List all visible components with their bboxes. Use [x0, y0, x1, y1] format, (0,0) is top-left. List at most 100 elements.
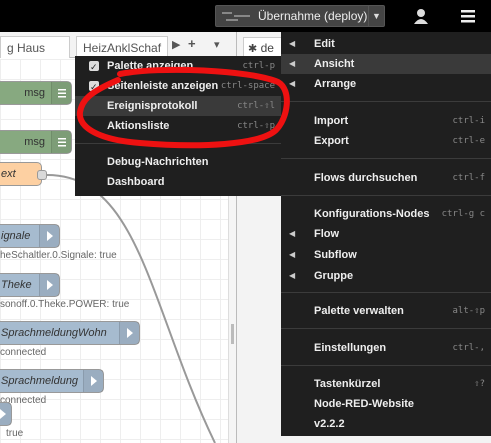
arrow-right-icon	[0, 403, 11, 425]
menu-item-label: v2.2.2	[314, 418, 345, 430]
menu-item-label: Palette verwalten	[314, 305, 404, 317]
deploy-icon	[220, 6, 254, 26]
menu-item-label: Konfigurations-Nodes	[314, 208, 430, 220]
menu-item-ereignisprotokoll[interactable]: Ereignisprotokoll ctrl-⇧l	[75, 96, 281, 116]
node-partial[interactable]	[0, 402, 12, 426]
menu-item-label: Flows durchsuchen	[314, 172, 418, 184]
menu-item-shortcut: ctrl-f	[452, 173, 485, 183]
menu-item-einstellungen[interactable]: Einstellungen ctrl-,	[281, 338, 491, 358]
node-status: sonoff.0.Theke.POWER: true	[0, 299, 130, 310]
bug-icon: ✱	[248, 43, 258, 55]
menu-item-label: Einstellungen	[314, 342, 387, 354]
arrow-right-icon	[39, 225, 59, 247]
menu-item-palette-verwalten[interactable]: Palette verwalten alt-⇧p	[281, 301, 491, 321]
menu-item-gruppe[interactable]: ◀ Gruppe	[281, 266, 491, 286]
list-icon	[51, 82, 71, 104]
menu-item-label: Arrange	[314, 78, 357, 90]
tab-haus[interactable]: g Haus	[0, 36, 70, 58]
node-signale[interactable]: ignale	[0, 224, 60, 248]
menu-item-flow[interactable]: ◀ Flow	[281, 224, 491, 244]
menu-item-label: Import	[314, 115, 349, 127]
menu-item-dashboard[interactable]: Dashboard	[75, 172, 281, 192]
menu-item-label: Aktionsliste	[107, 120, 170, 132]
menu-item-shortcut: ctrl-e	[452, 136, 485, 146]
add-tab-icon[interactable]: +	[188, 36, 196, 51]
menu-item-import[interactable]: Import ctrl-i	[281, 111, 491, 131]
menu-item-aktionsliste[interactable]: Aktionsliste ctrl-⇧p	[75, 116, 281, 136]
menu-item-ansicht[interactable]: ◀ Ansicht	[281, 54, 491, 74]
node-label: ignale	[1, 230, 31, 242]
user-icon[interactable]	[408, 5, 434, 27]
deploy-button[interactable]: Übernahme (deploy) ▼	[215, 5, 385, 27]
menu-item-seitenleiste-anzeigen[interactable]: ✓ Seitenleiste anzeigen ctrl-space	[75, 76, 281, 96]
menu-separator	[281, 365, 491, 366]
workspace-tabbar: g Haus HeizAnklSchaf ▶ + ▾	[0, 32, 236, 58]
node-sprachmeldung[interactable]: Sprachmeldung	[0, 369, 104, 393]
submenu-arrow-icon: ◀	[289, 229, 296, 238]
node-label: msg	[24, 136, 45, 148]
menu-item-tastenkuerzel[interactable]: Tastenkürzel ⇧?	[281, 374, 491, 394]
menu-item-edit[interactable]: ◀ Edit	[281, 34, 491, 54]
menu-separator	[281, 328, 491, 329]
deploy-label: Übernahme (deploy)	[258, 9, 368, 23]
node-msg-2[interactable]: msg	[0, 130, 72, 154]
menu-separator	[281, 101, 491, 102]
menu-item-shortcut: ctrl-i	[452, 116, 485, 126]
menu-item-label: Tastenkürzel	[314, 378, 381, 390]
menu-item-label: Export	[314, 135, 349, 147]
menu-item-shortcut: ⇧?	[474, 379, 485, 389]
menu-item-shortcut: ctrl-⇧p	[237, 121, 275, 131]
menu-item-shortcut: ctrl-,	[452, 343, 485, 353]
menu-item-label: Node-RED-Website	[314, 398, 415, 410]
submenu-arrow-icon: ◀	[289, 79, 296, 88]
submenu-arrow-icon: ◀	[289, 59, 296, 68]
deploy-dropdown-icon[interactable]: ▼	[368, 6, 384, 26]
menu-item-arrange[interactable]: ◀ Arrange	[281, 74, 491, 94]
submenu-arrow-icon: ◀	[289, 271, 296, 280]
submenu-arrow-icon: ◀	[289, 250, 296, 259]
main-menu: ◀ Edit ◀ Ansicht ◀ Arrange Import ctrl-i…	[281, 32, 491, 436]
menu-item-label: Subflow	[314, 249, 357, 261]
menu-item-debug-nachrichten[interactable]: Debug-Nachrichten	[75, 152, 281, 172]
node-label: msg	[24, 87, 45, 99]
node-theke[interactable]: Theke	[0, 273, 60, 297]
menu-item-flows-durchsuchen[interactable]: Flows durchsuchen ctrl-f	[281, 168, 491, 188]
hamburger-menu-icon[interactable]	[454, 5, 482, 27]
menu-item-shortcut: ctrl-space	[220, 81, 275, 91]
menu-item-label: Ansicht	[314, 58, 355, 70]
scrollbar-thumb[interactable]	[231, 324, 234, 344]
menu-item-node-red-website[interactable]: Node-RED-Website	[281, 394, 491, 414]
checkbox-checked-icon: ✓	[89, 61, 99, 72]
arrow-right-icon	[119, 322, 139, 344]
node-status: connected	[0, 347, 47, 358]
node-sprachmeldungwohn[interactable]: SprachmeldungWohn	[0, 321, 140, 345]
tab-label: g Haus	[7, 41, 46, 55]
tab-heizanklschaf[interactable]: HeizAnklSchaf	[76, 36, 168, 58]
menu-item-label: Dashboard	[107, 176, 165, 188]
tab-menu-icon[interactable]: ▾	[214, 38, 220, 51]
menu-item-konfigurations-nodes[interactable]: Konfigurations-Nodes ctrl-g c	[281, 204, 491, 224]
menu-item-label: Debug-Nachrichten	[107, 156, 209, 168]
node-label: Sprachmeldung	[1, 375, 79, 387]
arrow-right-icon	[39, 274, 59, 296]
menu-item-palette-anzeigen[interactable]: ✓ Palette anzeigen ctrl-p	[75, 56, 281, 76]
submenu-arrow-icon: ◀	[289, 39, 296, 48]
view-submenu: ✓ Palette anzeigen ctrl-p ✓ Seitenleiste…	[75, 56, 281, 196]
node-text[interactable]: ext	[0, 162, 42, 186]
checkbox-checked-icon: ✓	[89, 81, 99, 92]
node-msg-1[interactable]: msg	[0, 81, 72, 105]
menu-item-subflow[interactable]: ◀ Subflow	[281, 245, 491, 265]
header-bar: Übernahme (deploy) ▼	[0, 0, 491, 32]
menu-item-shortcut: alt-⇧p	[452, 306, 485, 316]
menu-item-label: Palette anzeigen	[107, 60, 194, 72]
menu-item-label: Ereignisprotokoll	[107, 100, 198, 112]
menu-separator	[75, 143, 281, 144]
list-icon	[51, 131, 71, 153]
menu-item-shortcut: ctrl-p	[242, 61, 275, 71]
menu-item-export[interactable]: Export ctrl-e	[281, 131, 491, 151]
node-output-port[interactable]	[37, 170, 47, 180]
node-label: Theke	[1, 279, 32, 291]
menu-separator	[281, 292, 491, 293]
scroll-tabs-icon[interactable]: ▶	[172, 38, 180, 51]
menu-separator	[281, 158, 491, 159]
